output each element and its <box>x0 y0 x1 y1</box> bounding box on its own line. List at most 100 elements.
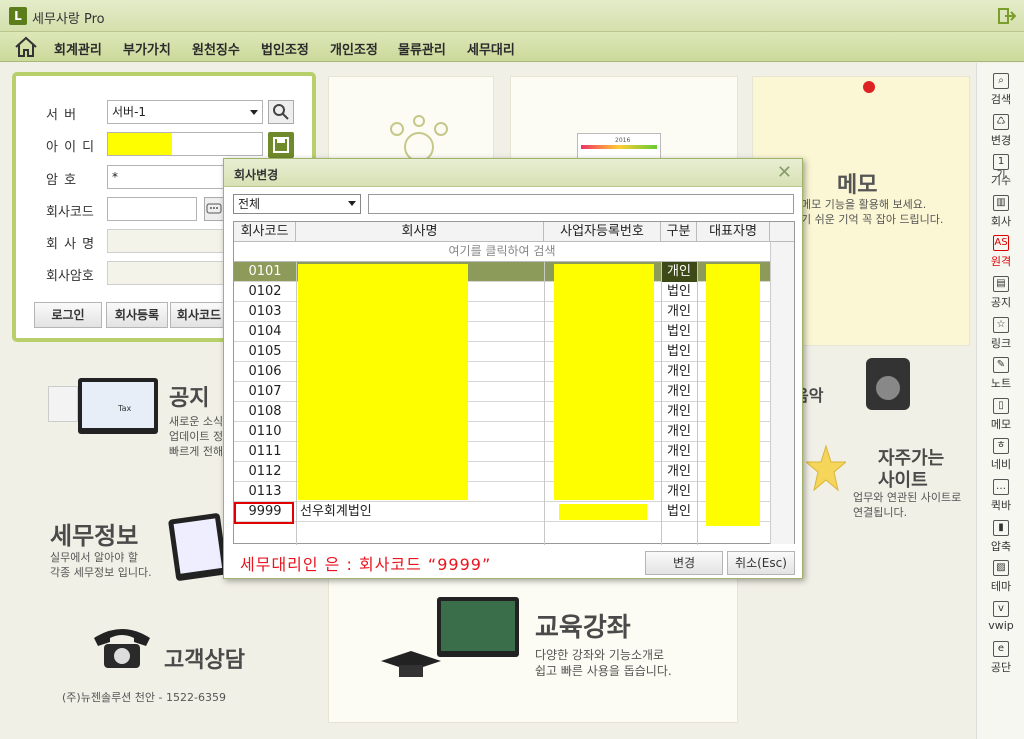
cell-company-code: 0113 <box>248 484 282 499</box>
table-row[interactable]: 9999 선우회계법인 법인 <box>234 502 770 522</box>
speaker-icon <box>866 358 910 410</box>
grid-scrollbar[interactable] <box>770 242 794 544</box>
cell-type: 개인 <box>667 424 691 439</box>
memo-title: 메모 <box>837 173 878 198</box>
redacted-ceo <box>706 264 760 526</box>
sidebar-item-4[interactable]: AS 원격 <box>977 229 1024 269</box>
cell-company-code: 0104 <box>248 324 282 339</box>
col-header-ceo[interactable]: 대표자명 <box>697 222 770 242</box>
sidebar-item-3[interactable]: ▥ 회사 <box>977 189 1024 229</box>
menu-corporate-adjust[interactable]: 법인조정 <box>261 39 309 58</box>
grid-search-row[interactable]: 여기를 클릭하여 검색 <box>234 242 770 262</box>
sidebar-icon: ⌕ <box>993 73 1009 89</box>
star-icon <box>804 440 848 496</box>
sidebar-item-13[interactable]: v vwip <box>977 595 1024 635</box>
col-header-name[interactable]: 회사명 <box>296 222 544 242</box>
cell-type: 법인 <box>667 344 691 359</box>
menu-vat[interactable]: 부가가치 <box>123 39 171 58</box>
login-button[interactable]: 로그인 <box>34 302 102 328</box>
sidebar-item-label: 공단 <box>990 661 1012 675</box>
cell-type: 개인 <box>667 484 691 499</box>
sidebar-item-9[interactable]: ㅎ 네비 <box>977 432 1024 472</box>
company-grid: 회사코드 회사명 사업자등록번호 구분 대표자명 여기를 클릭하여 검색 010… <box>233 221 795 545</box>
chevron-down-icon <box>250 110 258 115</box>
company-password-field <box>107 261 227 285</box>
sidebar-icon: ▥ <box>993 194 1009 211</box>
filter-select[interactable]: 전체 <box>233 194 361 214</box>
sidebar-item-label: 압축 <box>990 539 1012 553</box>
search-icon[interactable] <box>268 100 294 124</box>
col-header-type[interactable]: 구분 <box>661 222 697 242</box>
menu-personal-adjust[interactable]: 개인조정 <box>330 39 378 58</box>
exit-icon[interactable] <box>998 7 1017 25</box>
redacted-bizno-last <box>559 504 647 520</box>
tax-info-text-2: 각종 세무정보 입니다. <box>50 566 152 579</box>
sidebar-icon: … <box>993 479 1009 495</box>
col-header-bizno[interactable]: 사업자등록번호 <box>544 222 661 242</box>
sidebar-icon: ▯ <box>993 397 1009 414</box>
fav-text-1: 업무와 연관된 사이트로 <box>853 491 962 504</box>
sidebar-item-label: 메모 <box>990 417 1012 431</box>
sidebar-icon: ▨ <box>993 560 1009 577</box>
sidebar-icon: ☆ <box>993 316 1009 333</box>
sidebar-item-12[interactable]: ▨ 테마 <box>977 554 1024 594</box>
filter-input[interactable] <box>368 194 794 214</box>
cell-type: 법인 <box>667 284 691 299</box>
sidebar-item-10[interactable]: … 퀵바 <box>977 473 1024 513</box>
notice-title[interactable]: 공지 <box>169 380 209 412</box>
sidebar-item-14[interactable]: e 공단 <box>977 635 1024 675</box>
cell-company-code: 0105 <box>248 344 282 359</box>
grid-divider <box>661 262 662 545</box>
education-tile[interactable]: 교육강좌 다양한 강좌와 기능소개로 쉽고 빠른 사용을 돕습니다. <box>328 578 738 723</box>
change-button[interactable]: 변경 <box>645 551 723 575</box>
sidebar-icon: ▤ <box>993 276 1009 292</box>
register-company-button[interactable]: 회사등록 <box>106 302 168 328</box>
cell-company-name: 선우회계법인 <box>300 504 372 519</box>
tile-calendar[interactable]: 2016 <box>510 76 738 167</box>
sidebar-item-8[interactable]: ▯ 메모 <box>977 392 1024 432</box>
password-input[interactable]: * <box>107 165 227 189</box>
server-select[interactable]: 서버-1 <box>107 100 263 124</box>
company-code-input[interactable] <box>107 197 197 221</box>
menu-withholding[interactable]: 원천징수 <box>192 39 240 58</box>
grid-divider <box>544 262 545 545</box>
education-text-2: 쉽고 빠른 사용을 돕습니다. <box>535 664 672 678</box>
cell-company-code: 0108 <box>248 404 282 419</box>
home-icon[interactable] <box>14 36 38 58</box>
sidebar-icon: v <box>993 600 1009 617</box>
cell-company-code: 0106 <box>248 364 282 379</box>
tax-info-title[interactable]: 세무정보 <box>50 516 138 551</box>
sidebar-icon: 1기 <box>993 154 1009 181</box>
sidebar-icon: AS <box>993 235 1009 252</box>
customer-title[interactable]: 고객상담 <box>164 642 245 674</box>
dialog-note: 세무대리인 은 : 회사코드 “9999” <box>240 555 492 574</box>
menu-tax-agent[interactable]: 세무대리 <box>467 39 515 58</box>
sidebar-item-1[interactable]: ♺ 변경 <box>977 108 1024 148</box>
sidebar-item-7[interactable]: ✎ 노트 <box>977 351 1024 391</box>
company-code-button[interactable]: 회사코드 <box>170 302 228 328</box>
sidebar-item-label: 기수 <box>990 174 1012 188</box>
chat-icon[interactable] <box>204 197 224 221</box>
save-icon[interactable] <box>268 132 294 158</box>
close-icon[interactable]: ✕ <box>777 162 792 183</box>
monitor-illustration: Tax <box>48 378 160 458</box>
sidebar-item-0[interactable]: ⌕ 검색 <box>977 67 1024 107</box>
tile-accounting[interactable] <box>328 76 494 166</box>
sidebar-item-6[interactable]: ☆ 링크 <box>977 311 1024 351</box>
sidebar-item-5[interactable]: ▤ 공지 <box>977 270 1024 310</box>
cell-type: 개인 <box>667 464 691 479</box>
sidebar-item-11[interactable]: ▮ 압축 <box>977 514 1024 554</box>
col-header-code[interactable]: 회사코드 <box>234 222 296 242</box>
sidebar-item-2[interactable]: 1기 기수 <box>977 148 1024 188</box>
customer-footer: (주)뉴젠솔루션 천안 - 1522-6359 <box>62 691 226 704</box>
id-input[interactable] <box>107 132 263 156</box>
sidebar-icon: ▮ <box>993 519 1009 536</box>
menu-accounting[interactable]: 회계관리 <box>54 39 102 58</box>
grid-divider <box>296 262 297 545</box>
fav-text-2: 연결됩니다. <box>853 506 908 519</box>
menu-logistics[interactable]: 물류관리 <box>398 39 446 58</box>
cancel-button[interactable]: 취소(Esc) <box>727 551 795 575</box>
cell-company-code: 0102 <box>248 284 282 299</box>
fav-title-2[interactable]: 사이트 <box>878 466 928 492</box>
app-logo-icon: L <box>9 7 27 25</box>
